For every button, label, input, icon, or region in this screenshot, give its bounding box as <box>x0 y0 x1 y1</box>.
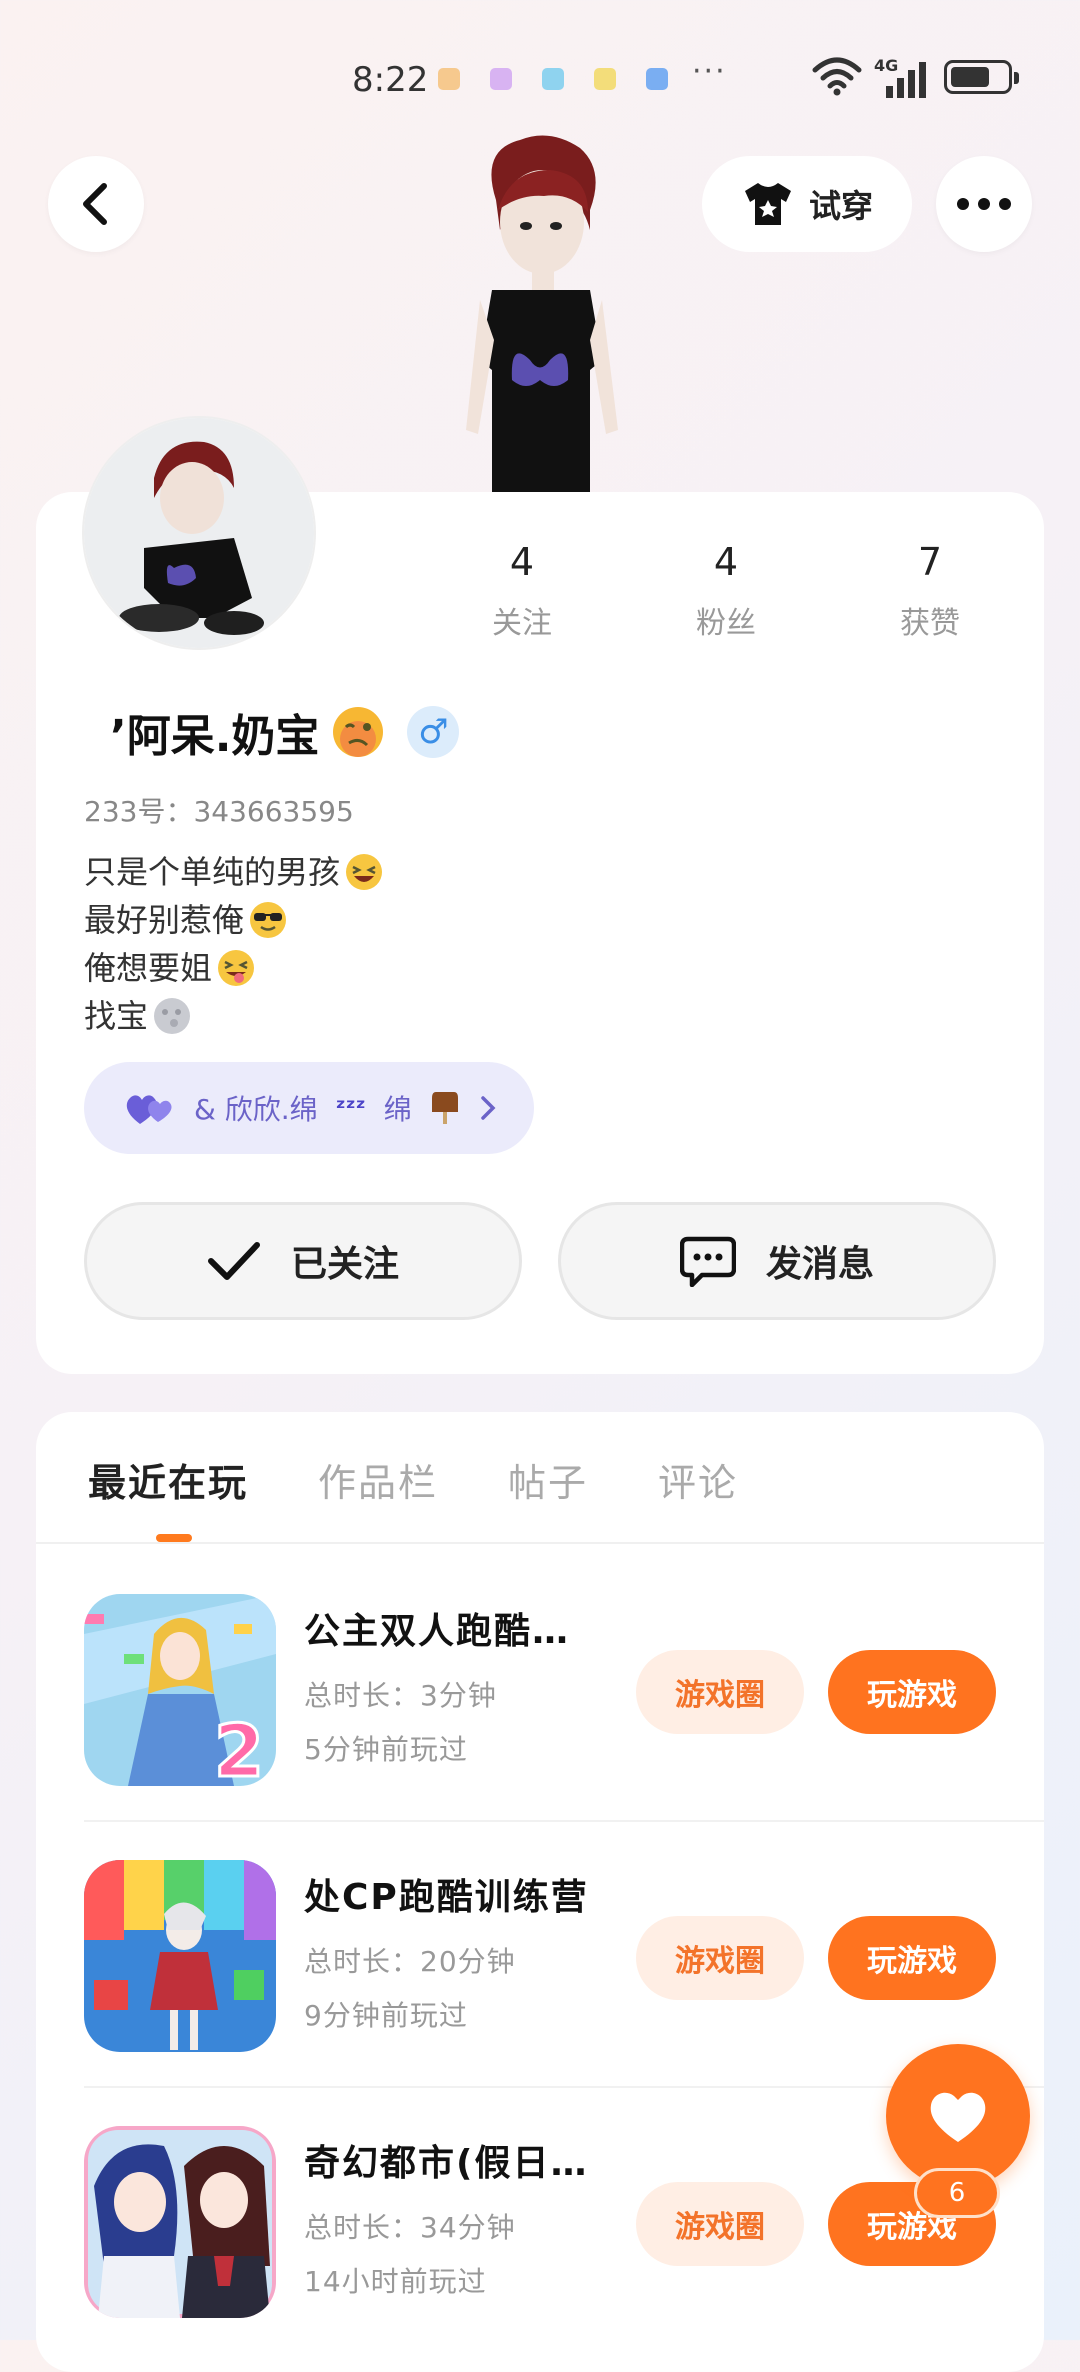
avatar[interactable] <box>84 418 314 648</box>
signal-icon <box>886 62 926 98</box>
game-last-played: 5分钟前玩过 <box>304 1733 468 1766</box>
tab-recently-played[interactable]: 最近在玩 <box>88 1452 248 1522</box>
game-circle-button[interactable]: 游戏圈 <box>636 2182 804 2266</box>
double-heart-icon <box>126 1095 172 1124</box>
tab-divider <box>36 1542 1044 1544</box>
likes-count: 7 <box>917 540 943 584</box>
list-divider <box>84 1820 1044 1822</box>
like-fab-button[interactable] <box>886 2044 1030 2188</box>
game-duration: 总时长：3分钟 <box>304 1679 497 1712</box>
following-count: 4 <box>509 540 535 584</box>
tongue-emoji-icon <box>218 950 255 986</box>
battery-icon <box>944 60 1019 94</box>
stat-followers[interactable]: 4 粉丝 <box>656 540 796 642</box>
following-label: 关注 <box>492 606 552 641</box>
back-icon <box>83 183 107 225</box>
bio: 只是个单纯的男孩 最好别惹俺 俺想要姐 找宝 <box>84 848 384 1040</box>
tab-indicator <box>156 1534 192 1542</box>
back-button[interactable] <box>48 156 144 252</box>
play-game-button[interactable]: 玩游戏 <box>828 1650 996 1734</box>
bio-line: 俺想要姐 <box>84 949 213 987</box>
wifi-icon <box>812 57 862 96</box>
likes-label: 获赞 <box>900 606 960 641</box>
bio-line: 最好别惹俺 <box>84 901 245 939</box>
woozy-emoji-icon <box>333 707 384 757</box>
more-button[interactable] <box>936 156 1032 252</box>
stat-following[interactable]: 4 关注 <box>452 540 592 642</box>
chevron-right-icon <box>480 1096 496 1120</box>
game-item[interactable]: 处CP跑酷训练营 总时长：20分钟 9分钟前玩过 游戏圈 玩游戏 <box>84 1844 1044 2108</box>
following-button[interactable]: 已关注 <box>84 1202 522 1320</box>
heart-icon <box>930 2092 986 2142</box>
message-button[interactable]: 发消息 <box>558 1202 996 1320</box>
game-circle-button[interactable]: 游戏圈 <box>636 1916 804 2000</box>
bio-line: 只是个单纯的男孩 <box>84 853 341 891</box>
tab-works[interactable]: 作品栏 <box>318 1452 438 1522</box>
notification-icon <box>490 68 512 90</box>
like-count-badge: 6 <box>914 2168 1000 2218</box>
ice-cream-icon <box>431 1092 458 1124</box>
moon-face-emoji-icon <box>154 998 191 1034</box>
play-game-button[interactable]: 玩游戏 <box>828 1916 996 2000</box>
game-title: 奇幻都市(假日… <box>304 2143 589 2184</box>
checkmark-icon <box>207 1242 260 1280</box>
bio-line: 找宝 <box>84 997 149 1035</box>
game-last-played: 14小时前玩过 <box>304 2265 487 2298</box>
chat-icon <box>679 1236 736 1287</box>
avatar-image <box>84 418 314 648</box>
laughing-emoji-icon <box>346 854 383 890</box>
message-button-label: 发消息 <box>765 1244 874 1285</box>
game-duration: 总时长：20分钟 <box>304 1945 516 1978</box>
try-on-button[interactable]: 试穿 <box>702 156 912 252</box>
game-duration: 总时长：34分钟 <box>304 2211 516 2244</box>
following-button-label: 已关注 <box>290 1244 399 1285</box>
game-title: 公主双人跑酷… <box>304 1611 571 1652</box>
more-notifications-icon: ··· <box>692 54 727 89</box>
game-item[interactable]: 2 公主双人跑酷… 总时长：3分钟 5分钟前玩过 游戏圈 玩游戏 <box>84 1578 1044 1842</box>
svg-text:2: 2 <box>214 1709 264 1786</box>
cp-relationship-pill[interactable]: & 欣欣.绵 ᶻᶻᶻ 绵 <box>84 1062 534 1154</box>
more-icon <box>957 198 1011 210</box>
notification-icon <box>438 68 460 90</box>
tab-posts[interactable]: 帖子 <box>508 1452 588 1522</box>
followers-label: 粉丝 <box>696 606 756 641</box>
user-id: 233号：343663595 <box>84 795 354 828</box>
tab-bar: 最近在玩 作品栏 帖子 评论 <box>88 1452 808 1522</box>
game-thumbnail: 2 <box>84 1594 276 1786</box>
game-circle-button[interactable]: 游戏圈 <box>636 1650 804 1734</box>
notification-icon <box>646 68 668 90</box>
cp-name: & 欣欣.绵 <box>194 1093 318 1126</box>
cp-name-suffix: 绵 <box>383 1093 412 1126</box>
notification-icon <box>542 68 564 90</box>
notification-icon <box>594 68 616 90</box>
game-title: 处CP跑酷训练营 <box>304 1877 589 1918</box>
gender-male-icon: ♂ <box>407 706 460 758</box>
avatar-3d-figure[interactable] <box>440 130 640 492</box>
game-thumbnail <box>84 1860 276 2052</box>
username: ’阿呆.奶宝 <box>110 711 320 762</box>
sunglasses-emoji-icon <box>250 902 287 938</box>
followers-count: 4 <box>713 540 739 584</box>
username-row: ’阿呆.奶宝 ♂ <box>110 700 460 764</box>
recent-games-card: 最近在玩 作品栏 帖子 评论 2 公主双人跑酷… 总时长：3分钟 5分钟前玩过 … <box>36 1412 1044 2372</box>
game-last-played: 9分钟前玩过 <box>304 1999 468 2032</box>
tab-comments[interactable]: 评论 <box>658 1452 738 1522</box>
clock: 8:22 <box>352 60 429 100</box>
tshirt-icon <box>744 183 791 225</box>
zzz-icon: ᶻᶻᶻ <box>335 1094 366 1122</box>
status-bar: 8:22 ··· 4G <box>0 52 1080 102</box>
game-thumbnail <box>84 2126 276 2318</box>
stat-likes[interactable]: 7 获赞 <box>860 540 1000 642</box>
try-on-label: 试穿 <box>808 187 873 225</box>
